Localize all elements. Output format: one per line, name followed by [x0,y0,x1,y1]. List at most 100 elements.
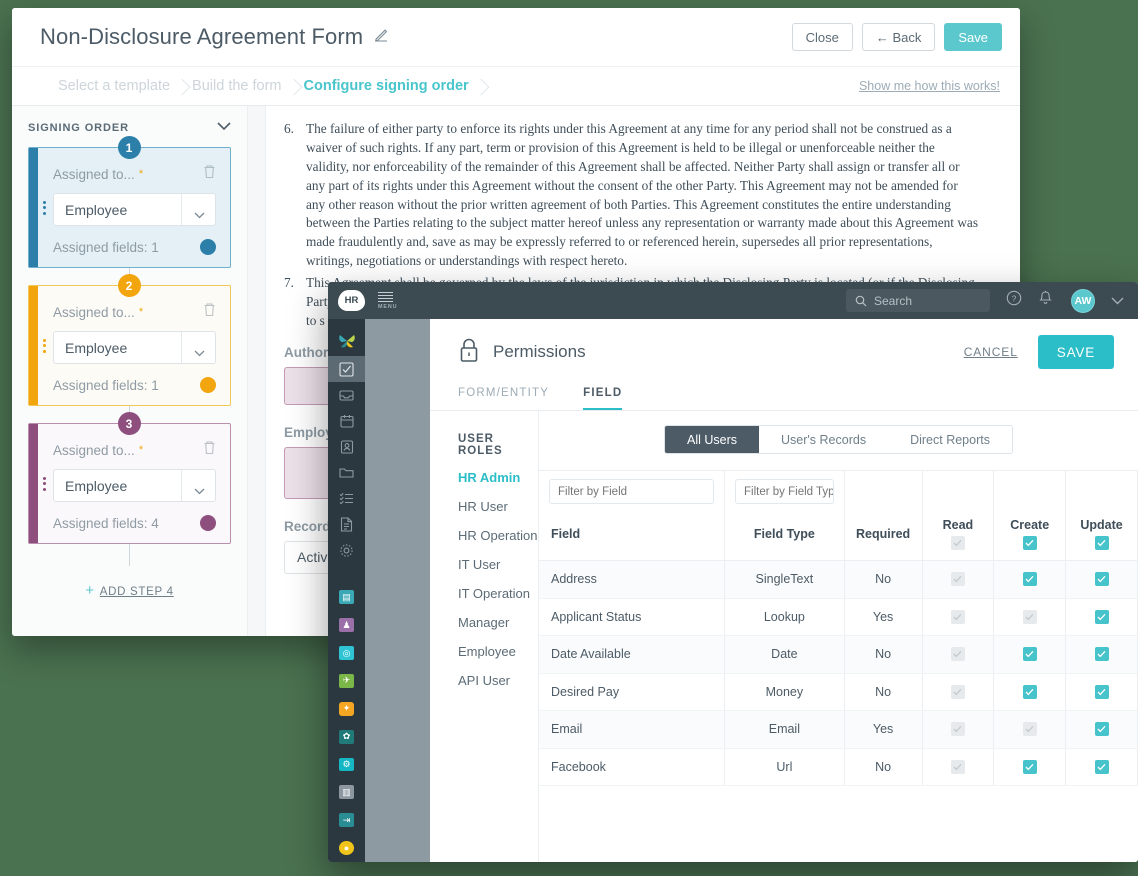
inbox-icon[interactable] [328,382,365,408]
drag-handle-icon[interactable] [43,338,46,353]
checkbox-read[interactable] [950,647,965,662]
report-app-icon[interactable]: ▥ [339,785,354,800]
save-button[interactable]: Save [944,23,1002,51]
pencil-icon[interactable] [372,26,390,49]
tab-field[interactable]: FIELD [583,387,623,410]
header-checkbox-read[interactable] [950,536,965,550]
scope-direct-reports[interactable]: Direct Reports [888,426,1012,453]
checkbox-read[interactable] [950,572,965,587]
assignee-select-2[interactable]: Employee [53,331,216,364]
chevron-down-icon[interactable] [217,122,231,134]
chart-app-icon[interactable]: ✈ [339,673,354,688]
breadcrumb-step-build[interactable]: Build the form [192,78,303,94]
hamburger-icon[interactable]: MENU [378,291,397,310]
role-it-user[interactable]: IT User [458,557,538,572]
save-permissions-button[interactable]: SAVE [1037,335,1114,369]
role-hr-user[interactable]: HR User [458,499,538,514]
help-circle-icon[interactable]: ? [1006,290,1022,311]
trash-icon[interactable] [203,164,216,184]
document-icon[interactable] [328,511,365,537]
filter-by-field-input[interactable] [549,479,715,504]
search-input[interactable]: Search [846,289,990,312]
checkbox-read[interactable] [950,722,965,737]
drag-handle-icon[interactable] [43,476,46,491]
checkbox-update[interactable] [1094,572,1109,587]
avatar[interactable]: AW [1071,288,1095,313]
checkbox-create[interactable] [1022,759,1037,774]
drag-handle-icon[interactable] [43,200,46,215]
assignee-select-1[interactable]: Employee [53,193,216,226]
add-step-button[interactable]: + ADD STEP 4 [28,582,231,599]
scope-users-records[interactable]: User's Records [759,426,889,453]
hr-logo[interactable]: HR [338,290,365,311]
header-checkbox-create[interactable] [1022,536,1037,550]
contact-card-icon[interactable] [328,434,365,460]
clock-app-icon[interactable]: ◎ [339,646,354,660]
table-row[interactable]: Email Email Yes [539,710,1138,749]
cell-create [993,710,1067,749]
checkbox-create[interactable] [1022,647,1037,662]
table-row[interactable]: Applicant Status Lookup Yes [539,598,1138,636]
trash-icon[interactable] [203,302,216,322]
person-app-icon[interactable]: ♟ [339,618,354,633]
close-button[interactable]: Close [791,23,853,51]
butterfly-logo-icon[interactable] [328,325,365,356]
role-manager[interactable]: Manager [458,615,538,630]
back-button[interactable]: ← Back [861,23,936,51]
table-row[interactable]: Date Available Date No [539,635,1138,674]
table-row[interactable]: Facebook Url No [539,748,1138,786]
role-api-user[interactable]: API User [458,673,538,688]
cell-create [993,748,1067,786]
settings-app-icon[interactable]: ⚙ [339,757,354,772]
checkbox-update[interactable] [1094,684,1109,699]
assigned-fields-label: Assigned fields: 4 [53,515,159,531]
scope-all-users[interactable]: All Users [665,426,760,453]
signing-step-3[interactable]: 3 Assigned to... * Employee Assigned fie… [28,412,231,544]
exit-app-icon[interactable]: ⇥ [339,813,354,828]
checkbox-task-icon[interactable] [328,356,365,383]
bell-icon[interactable] [1038,290,1053,311]
checkbox-create[interactable] [1022,684,1037,699]
checkbox-create[interactable] [1022,572,1037,587]
signing-step-1[interactable]: 1 Assigned to... * Employee Assigned fie… [28,136,231,268]
tab-form-entity[interactable]: FORM/ENTITY [458,387,549,410]
user-roles-list: USER ROLES HR Admin HR User HR Operation… [430,411,538,862]
checkbox-update[interactable] [1094,647,1109,662]
chevron-down-icon [194,206,205,222]
folder-icon[interactable] [328,460,365,486]
page-title: Non-Disclosure Agreement Form [40,24,364,49]
calendar-icon[interactable] [328,408,365,434]
signing-step-2[interactable]: 2 Assigned to... * Employee Assigned fie… [28,274,231,406]
breadcrumb-step-template[interactable]: Select a template [40,78,192,94]
header-checkbox-update[interactable] [1094,536,1109,550]
cancel-button[interactable]: CANCEL [964,345,1018,359]
trash-icon[interactable] [203,440,216,460]
checkbox-create[interactable] [1022,609,1037,624]
table-row[interactable]: Address SingleText No [539,560,1138,599]
checkbox-create[interactable] [1022,722,1037,737]
checkbox-update[interactable] [1094,722,1109,737]
checklist-icon[interactable] [328,486,365,512]
show-me-how-link[interactable]: Show me how this works! [859,79,1000,93]
assignee-select-3[interactable]: Employee [53,469,216,502]
table-row[interactable]: Desired Pay Money No [539,673,1138,711]
checkbox-read[interactable] [950,684,965,699]
gear-app-icon[interactable]: ✿ [339,729,354,744]
checkbox-read[interactable] [950,759,965,774]
role-employee[interactable]: Employee [458,644,538,659]
checkbox-update[interactable] [1094,609,1109,624]
filter-by-field-type-input[interactable] [735,479,834,504]
chevron-down-icon[interactable] [1111,292,1124,310]
breadcrumb-step-signing-order[interactable]: Configure signing order [304,78,491,94]
checkbox-read[interactable] [950,609,965,624]
step-number-badge: 1 [117,136,141,159]
coin-app-icon[interactable]: ● [339,841,354,855]
role-hr-operation[interactable]: HR Operation [458,528,538,543]
badge-app-icon[interactable]: ✦ [339,701,354,716]
role-it-operation[interactable]: IT Operation [458,586,538,601]
database-app-icon[interactable]: ▤ [339,590,354,605]
checkbox-update[interactable] [1094,759,1109,774]
col-header-read: Read [922,512,995,561]
role-hr-admin[interactable]: HR Admin [458,470,538,485]
gear-icon[interactable] [328,537,365,563]
